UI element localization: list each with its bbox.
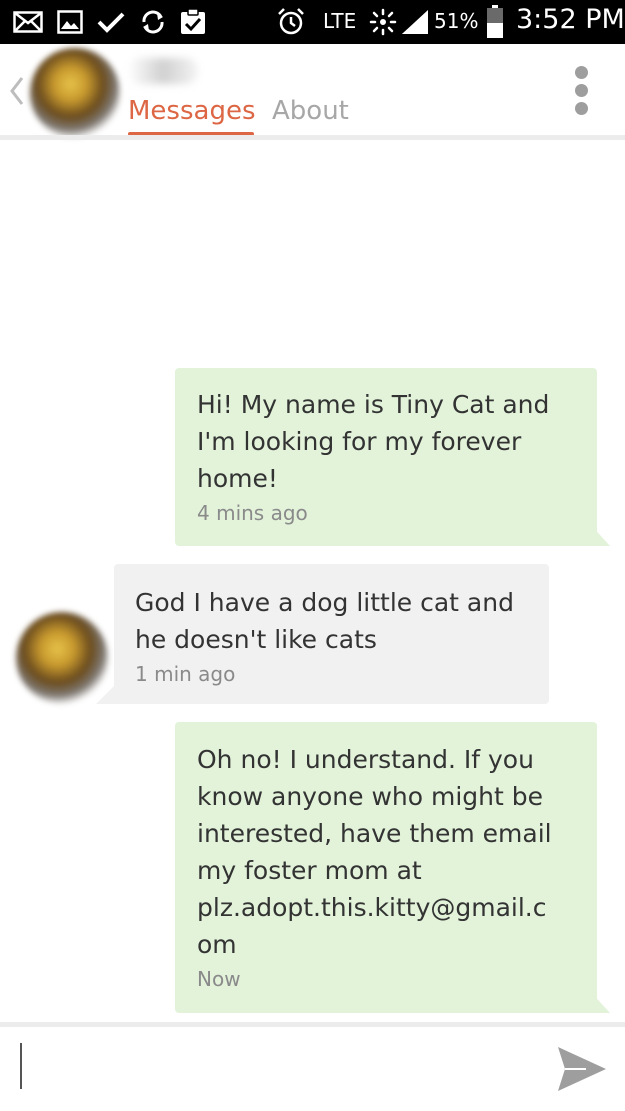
message-text: God I have a dog little cat and he doesn… [135, 588, 514, 654]
message-bubble-sent: Oh no! I understand. If you know anyone … [175, 722, 597, 1013]
message-timestamp: Now [197, 967, 241, 991]
email-icon [12, 8, 44, 36]
send-icon [558, 1047, 606, 1091]
gallery-icon [56, 8, 84, 36]
contact-avatar[interactable] [30, 48, 120, 138]
header-divider [0, 135, 625, 140]
sender-avatar[interactable] [16, 612, 108, 704]
message-timestamp: 1 min ago [135, 662, 236, 686]
status-bar: LTE 51% 3:52 PM [0, 0, 625, 44]
overflow-menu-icon[interactable] [572, 66, 590, 116]
message-timestamp: 4 mins ago [197, 501, 308, 525]
tab-about[interactable]: About [272, 96, 349, 126]
message-input[interactable] [16, 1038, 536, 1096]
contact-name-redacted [128, 58, 198, 84]
tab-messages[interactable]: Messages [128, 96, 256, 126]
clipboard-check-icon [178, 8, 208, 36]
signal-icon [400, 8, 430, 36]
back-button[interactable] [6, 74, 28, 108]
message-bubble-sent: Hi! My name is Tiny Cat and I'm looking … [175, 368, 597, 546]
lte-label: LTE [323, 9, 357, 33]
battery-icon [484, 4, 506, 40]
check-icon [96, 8, 126, 36]
bubble-tail [590, 991, 610, 1013]
sync-icon [138, 8, 168, 36]
hotspot-icon [368, 8, 398, 36]
battery-percent: 51% [434, 9, 479, 33]
alarm-icon [276, 8, 306, 36]
send-button[interactable] [556, 1044, 608, 1094]
message-bubble-received: God I have a dog little cat and he doesn… [114, 564, 549, 704]
clock: 3:52 PM [516, 4, 625, 35]
message-text: Oh no! I understand. If you know anyone … [197, 745, 552, 959]
message-text: Hi! My name is Tiny Cat and I'm looking … [197, 390, 550, 493]
bubble-tail [590, 524, 610, 546]
text-cursor [20, 1043, 22, 1089]
